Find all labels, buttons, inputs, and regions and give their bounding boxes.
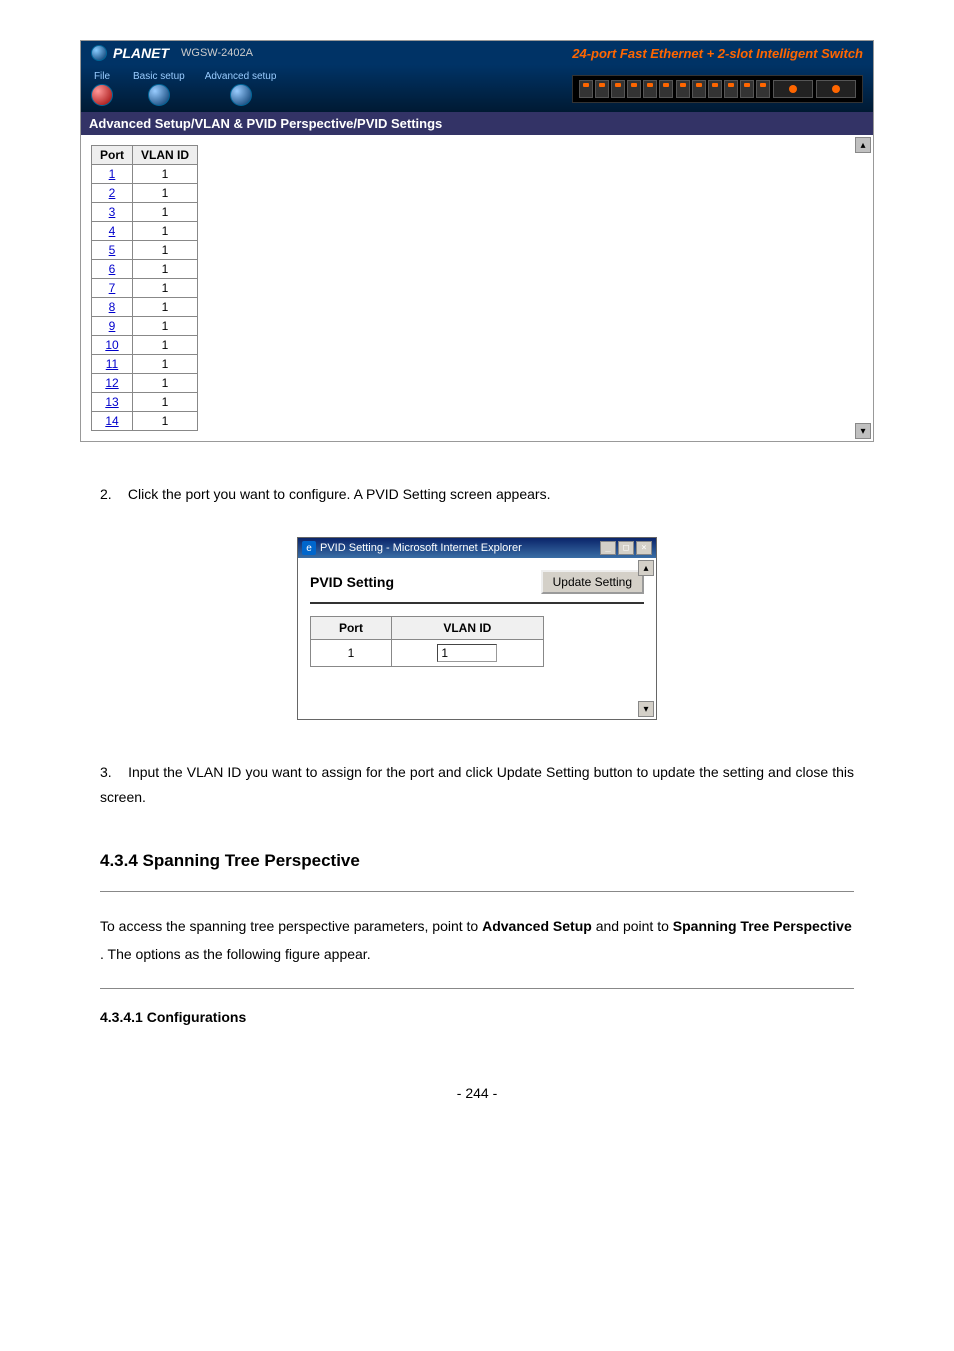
orb-icon (148, 84, 170, 106)
table-row: 81 (92, 298, 198, 317)
vlanid-cell: 1 (133, 355, 198, 374)
globe-icon (91, 45, 107, 61)
instruction-step-3: 3. Input the VLAN ID you want to assign … (100, 760, 854, 810)
orb-icon (230, 84, 252, 106)
port-link[interactable]: 6 (109, 262, 116, 276)
titlebar-text: PVID Setting - Microsoft Internet Explor… (320, 542, 600, 554)
port-link[interactable]: 5 (109, 243, 116, 257)
port-link[interactable]: 2 (109, 186, 116, 200)
port-link[interactable]: 8 (109, 300, 116, 314)
vlanid-cell: 1 (133, 279, 198, 298)
vlanid-cell: 1 (133, 412, 198, 431)
body-text: To access the spanning tree perspective … (100, 912, 854, 968)
th-vlanid: VLAN ID (391, 617, 543, 640)
divider (100, 891, 854, 892)
sub-heading: 4.3.4.1 Configurations (100, 1009, 874, 1025)
scroll-up-icon[interactable]: ▴ (855, 137, 871, 153)
table-row: 31 (92, 203, 198, 222)
vlanid-cell: 1 (133, 165, 198, 184)
table-row: 11 (92, 165, 198, 184)
port-link[interactable]: 11 (106, 357, 118, 371)
update-setting-button[interactable]: Update Setting (541, 570, 644, 594)
vlan-table: Port VLAN ID 112131415161718191101111121… (91, 145, 198, 431)
pvid-dialog-screenshot: e PVID Setting - Microsoft Internet Expl… (297, 537, 657, 720)
table-row: 41 (92, 222, 198, 241)
vlanid-cell: 1 (133, 184, 198, 203)
port-link[interactable]: 1 (109, 167, 116, 181)
dialog-titlebar: e PVID Setting - Microsoft Internet Expl… (298, 538, 656, 558)
vlanid-cell: 1 (133, 393, 198, 412)
th-port: Port (92, 146, 133, 165)
port-link[interactable]: 4 (109, 224, 116, 238)
pvid-table: Port VLAN ID 1 (310, 616, 544, 667)
banner-logo: PLANET WGSW-2402A (91, 45, 253, 61)
table-row: 12 1 (92, 374, 198, 393)
vlanid-cell: 1 (133, 336, 198, 355)
port-link[interactable]: 14 (105, 414, 118, 428)
port-cell: 1 (311, 640, 392, 667)
table-row: 61 (92, 260, 198, 279)
vlanid-cell: 1 (133, 222, 198, 241)
dialog-body: ▴ PVID Setting Update Setting Port VLAN … (298, 558, 656, 719)
th-vlanid: VLAN ID (133, 146, 198, 165)
table-row: 13 1 (92, 393, 198, 412)
vlanid-cell: 1 (133, 317, 198, 336)
table-row: 91 (92, 317, 198, 336)
model-text: WGSW-2402A (181, 47, 253, 59)
pvid-settings-screenshot: PLANET WGSW-2402A 24-port Fast Ethernet … (80, 40, 874, 442)
scroll-down-icon[interactable]: ▾ (638, 701, 654, 717)
menubar: File Basic setup Advanced setup (81, 65, 873, 112)
scroll-down-icon[interactable]: ▾ (855, 423, 871, 439)
menu-basic-setup[interactable]: Basic setup (133, 71, 185, 106)
vlanid-cell: 1 (133, 260, 198, 279)
table-row: 14 1 (92, 412, 198, 431)
table-row: 111 (92, 355, 198, 374)
table-row: 10 1 (92, 336, 198, 355)
switch-panel-graphic (572, 75, 863, 103)
th-port: Port (311, 617, 392, 640)
device-banner: PLANET WGSW-2402A 24-port Fast Ethernet … (81, 41, 873, 65)
section-heading: 4.3.4 Spanning Tree Perspective (100, 851, 874, 871)
close-button[interactable]: × (636, 541, 652, 555)
table-row: 71 (92, 279, 198, 298)
orb-icon (91, 84, 113, 106)
divider (100, 988, 854, 989)
brand-text: PLANET (113, 45, 169, 61)
instruction-step-2: 2. Click the port you want to configure.… (100, 482, 854, 507)
vlanid-cell: 1 (133, 298, 198, 317)
minimize-button[interactable]: _ (600, 541, 616, 555)
port-link[interactable]: 12 (105, 376, 118, 390)
content-area: ▴ Port VLAN ID 1121314151617181911011111… (81, 135, 873, 441)
table-row: 51 (92, 241, 198, 260)
menu-advanced-setup[interactable]: Advanced setup (205, 71, 277, 106)
vlan-id-input[interactable] (437, 644, 497, 662)
menu-file[interactable]: File (91, 71, 113, 106)
section-title: Advanced Setup/VLAN & PVID Perspective/P… (81, 112, 873, 135)
tagline-text: 24-port Fast Ethernet + 2-slot Intellige… (572, 46, 863, 61)
table-row: 21 (92, 184, 198, 203)
port-link[interactable]: 7 (109, 281, 116, 295)
vlan-cell (391, 640, 543, 667)
dialog-heading: PVID Setting (310, 574, 394, 590)
port-link[interactable]: 10 (105, 338, 118, 352)
table-row: 1 (311, 640, 544, 667)
ie-icon: e (302, 541, 316, 555)
page-number: - 244 - (80, 1085, 874, 1101)
port-link[interactable]: 9 (109, 319, 116, 333)
maximize-button[interactable]: □ (618, 541, 634, 555)
port-link[interactable]: 13 (105, 395, 118, 409)
vlanid-cell: 1 (133, 203, 198, 222)
port-link[interactable]: 3 (109, 205, 116, 219)
scroll-up-icon[interactable]: ▴ (638, 560, 654, 576)
vlanid-cell: 1 (133, 241, 198, 260)
vlanid-cell: 1 (133, 374, 198, 393)
